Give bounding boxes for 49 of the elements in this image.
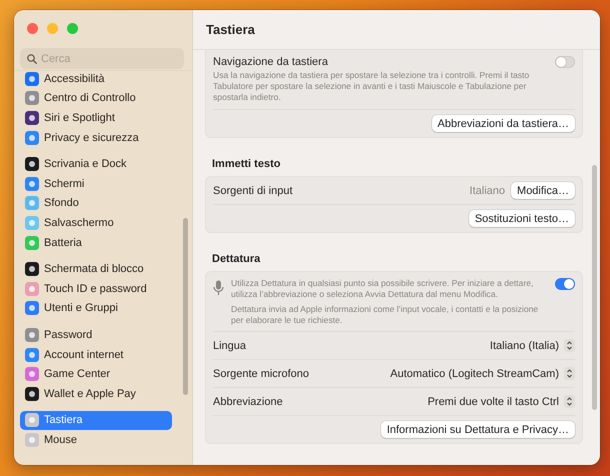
toggle-switch[interactable] bbox=[555, 278, 575, 290]
sidebar-item[interactable]: Wallet e Apple Pay bbox=[20, 384, 172, 404]
sidebar-item[interactable]: Privacy e sicurezza bbox=[20, 128, 172, 148]
sidebar-item[interactable]: Scrivania e Dock bbox=[20, 154, 172, 174]
sidebar-item[interactable]: Account internet bbox=[20, 344, 172, 364]
scrollbar[interactable] bbox=[592, 165, 597, 410]
minimize-button[interactable] bbox=[47, 23, 58, 34]
chevron-icon bbox=[564, 339, 575, 352]
popup-menu[interactable]: Italiano (Italia) bbox=[490, 339, 575, 352]
popup-menu[interactable]: Premi due volte il tasto Ctrl bbox=[428, 395, 575, 408]
setting-label: Sorgente microfono bbox=[213, 368, 310, 380]
setting-value: Italiano bbox=[470, 184, 506, 196]
toggle-switch[interactable] bbox=[555, 56, 575, 68]
setting-label: Sorgenti di input bbox=[213, 184, 294, 196]
sidebar-item[interactable]: Accessibilità bbox=[20, 71, 172, 89]
sidebar-item[interactable]: Siri e Spotlight bbox=[20, 108, 172, 128]
zoom-button[interactable] bbox=[67, 23, 78, 34]
setting-label: Lingua bbox=[213, 340, 248, 352]
sidebar-item[interactable]: Game Center bbox=[20, 364, 172, 384]
sidebar-item[interactable]: Touch ID e password bbox=[20, 278, 172, 299]
sidebar-item[interactable]: Password bbox=[20, 325, 172, 345]
sidebar-item[interactable]: Sfondo bbox=[20, 194, 172, 214]
sidebar-item[interactable]: Centro di Controllo bbox=[20, 88, 172, 108]
setting-description: Utilizza Dettatura in qualsiasi punto sia possibile scrivere. Per iniziare a dettare, utilizza l’abbreviazione o seleziona Avvia Dettatura dal menu Modifica. bbox=[231, 278, 534, 300]
setting-label: Abbreviazione bbox=[213, 396, 284, 408]
sidebar-item[interactable]: Tastiera bbox=[20, 410, 172, 430]
action-button[interactable]: Sostituzioni testo… bbox=[468, 210, 575, 227]
sidebar-item[interactable]: Salvaschermo bbox=[20, 213, 172, 233]
window-title: Tastiera bbox=[206, 22, 255, 37]
popup-menu[interactable]: Automatico (Logitech StreamCam) bbox=[390, 367, 575, 380]
close-button[interactable] bbox=[27, 23, 38, 34]
sidebar-item[interactable]: Schermata di blocco bbox=[20, 259, 172, 279]
sidebar-item[interactable]: Utenti e Gruppi bbox=[20, 298, 172, 318]
setting-description: Usa la navigazione da tastiera per spostare la selezione tra i controlli. Premi il tasto Tabulatore per spostare la selezione in avanti e i tasti Maiuscole e Tabulazione per spostarla indietro. bbox=[213, 70, 530, 103]
microphone-icon bbox=[213, 280, 224, 296]
action-button[interactable]: Informazioni su Dettatura e Privacy… bbox=[380, 421, 575, 438]
setting-label: Navigazione da tastiera bbox=[213, 56, 329, 68]
section-heading: Immetti testo bbox=[211, 157, 282, 172]
section-heading: Dettatura bbox=[211, 252, 262, 267]
sidebar-item[interactable]: Batteria bbox=[20, 232, 172, 252]
chevron-icon bbox=[564, 367, 575, 380]
scrollbar[interactable] bbox=[183, 218, 188, 395]
search-field[interactable]: Cerca bbox=[20, 48, 184, 69]
edit-button[interactable]: Modifica… bbox=[511, 182, 575, 199]
sidebar-item[interactable]: Schermi bbox=[20, 174, 172, 194]
sidebar-item[interactable]: Mouse bbox=[20, 430, 172, 450]
action-button[interactable]: Abbreviazioni da tastiera… bbox=[432, 115, 575, 132]
privacy-note: Dettatura invia ad Apple informazioni come l’input vocale, i contatti e la posizione per elaborare le tue richieste. bbox=[231, 304, 540, 326]
chevron-icon bbox=[564, 395, 575, 408]
